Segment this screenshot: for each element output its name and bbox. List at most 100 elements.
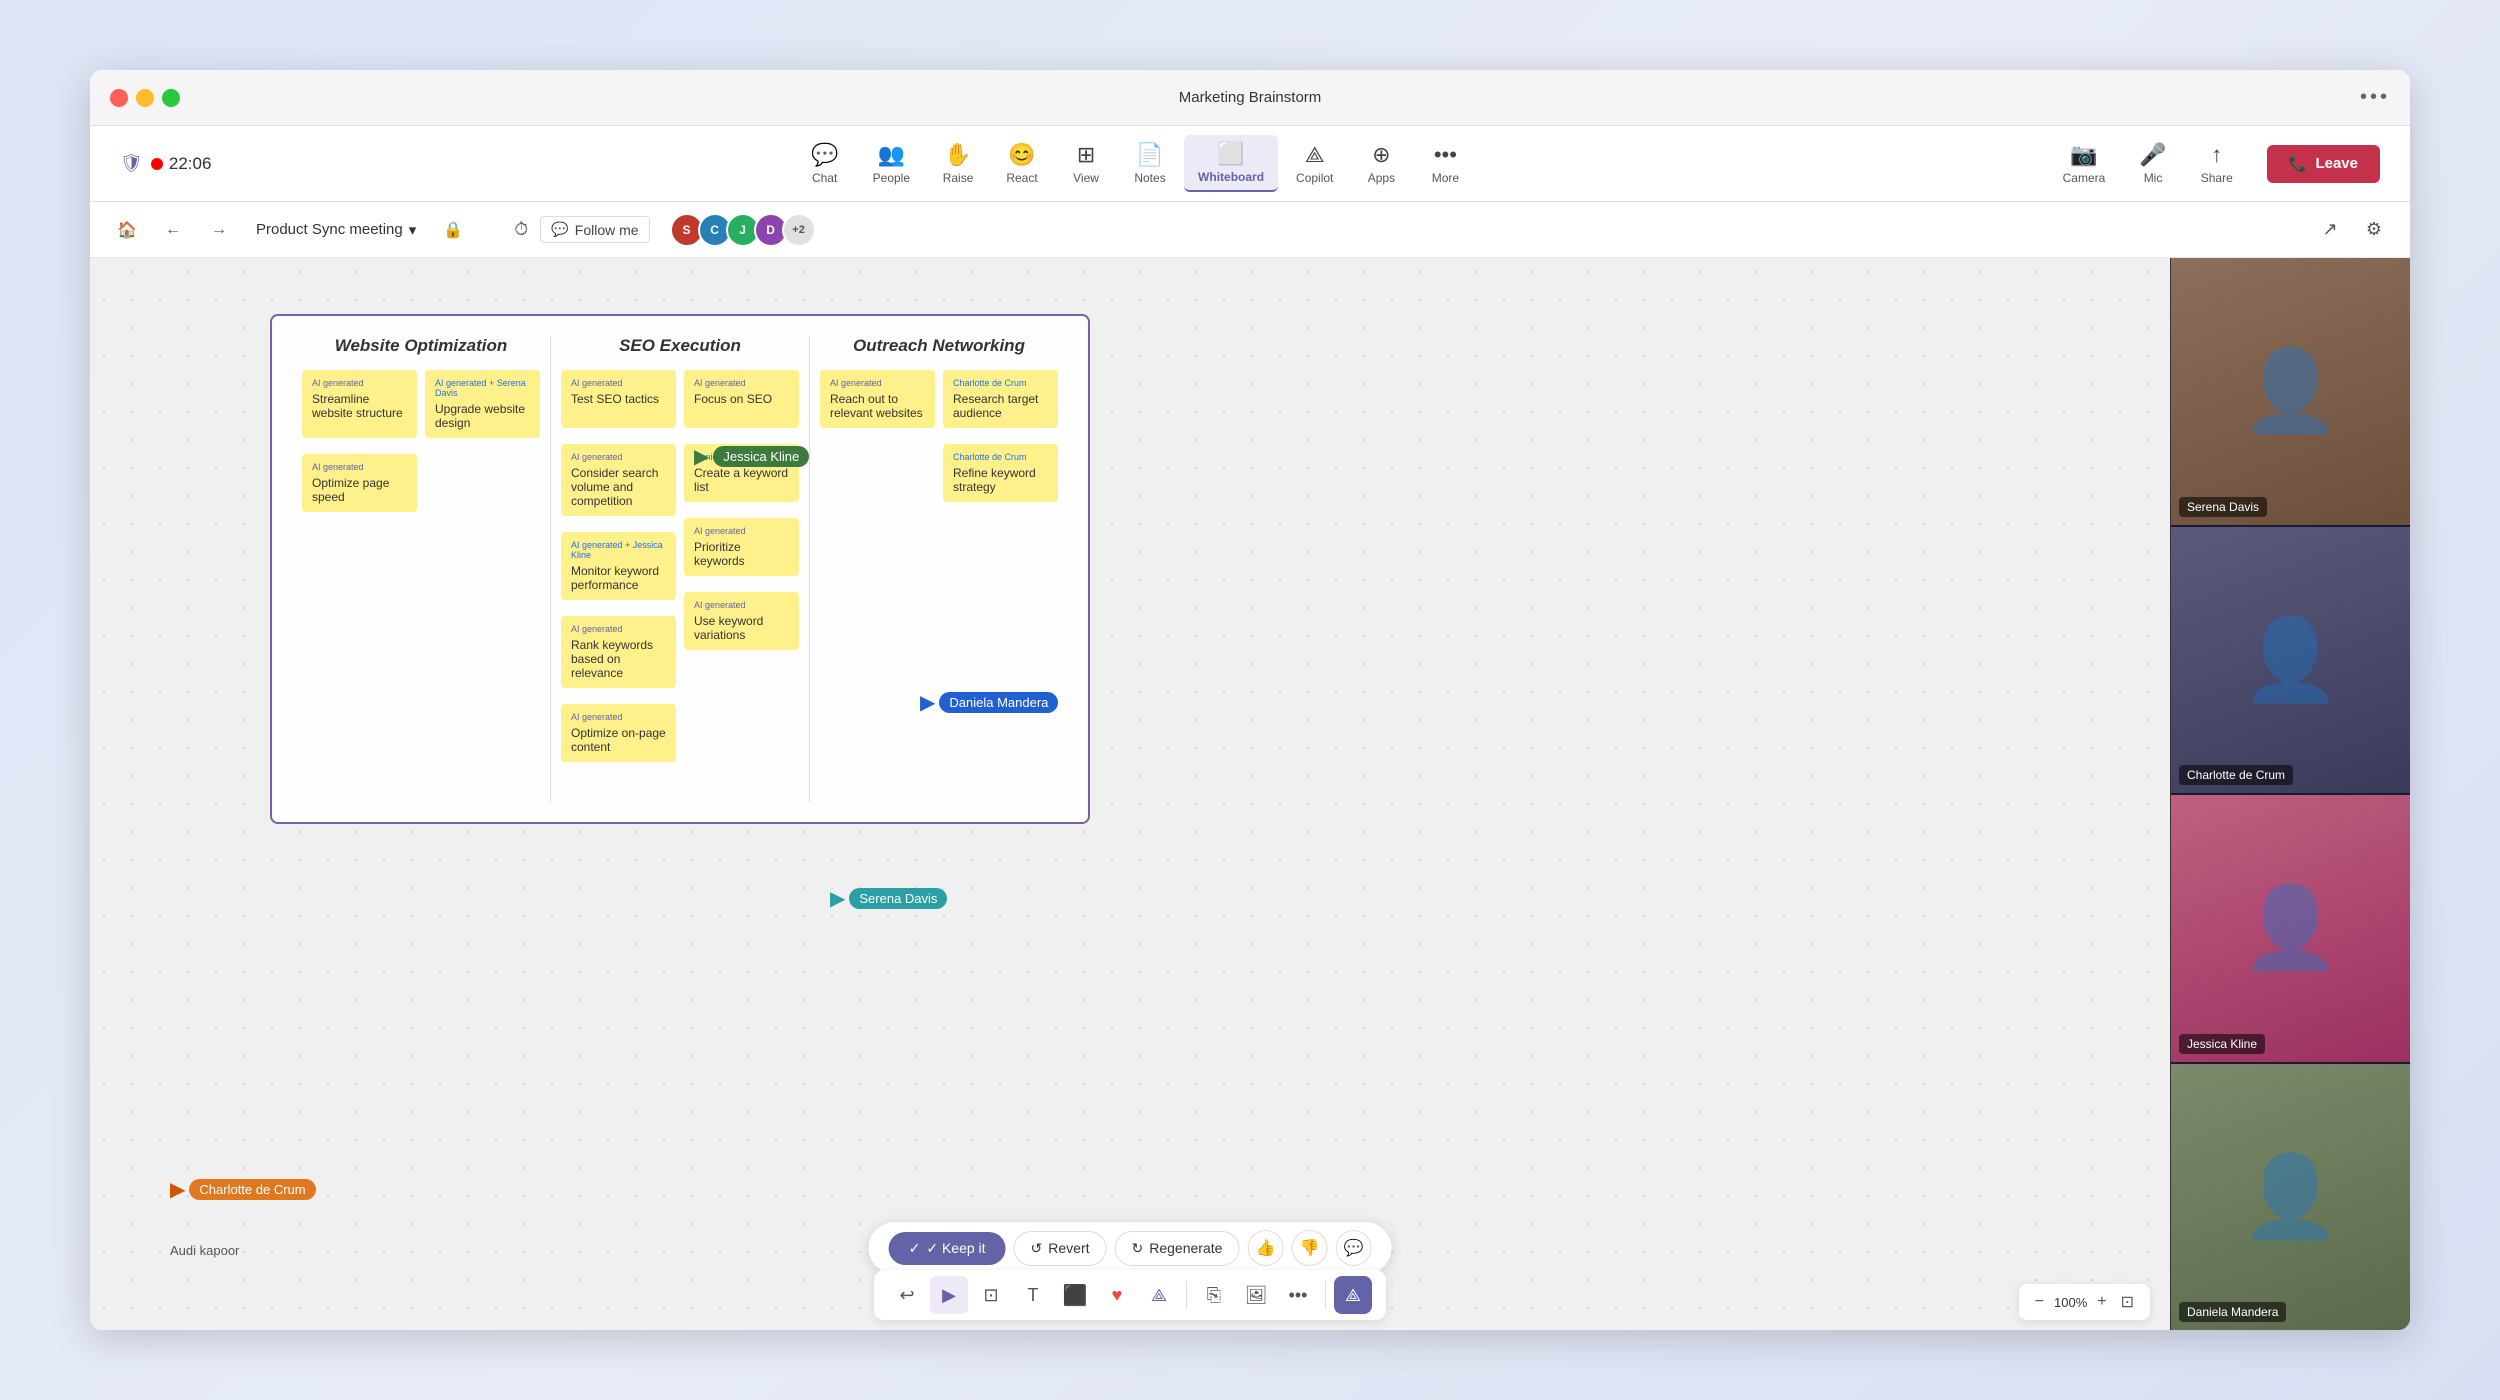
undo-button[interactable]: ← [156, 213, 190, 247]
sticky-focus-seo[interactable]: AI generated Focus on SEO [684, 370, 799, 428]
avatar-overflow[interactable]: +2 [782, 213, 816, 247]
sticky-text: Upgrade website design [435, 402, 530, 430]
copilot-icon: ⟁ [1305, 142, 1325, 168]
view-icon: ⊞ [1077, 142, 1095, 168]
toolbar-copilot[interactable]: ⟁ Copilot [1282, 135, 1347, 192]
selection-button[interactable]: ⊡ [972, 1276, 1010, 1314]
mic-label: Mic [2144, 171, 2163, 185]
react-label: React [1006, 171, 1037, 185]
minimize-button[interactable] [136, 89, 154, 107]
cursor-jessica: ▶ Jessica Kline [694, 444, 809, 469]
canvas-area[interactable]: Website Optimization AI generated Stream… [90, 258, 2170, 1330]
copy-button[interactable]: ⎘ [1195, 1276, 1233, 1314]
leave-button[interactable]: 📞 Leave [2267, 145, 2380, 183]
undo-draw-button[interactable]: ↩ [888, 1276, 926, 1314]
whiteboard-icon: ⬜ [1217, 141, 1244, 167]
sticky-refine-strategy[interactable]: Charlotte de Crum Refine keyword strateg… [943, 444, 1058, 502]
thumbs-down-button[interactable]: 👎 [1291, 1230, 1327, 1266]
sticky-streamline[interactable]: AI generated Streamline website structur… [302, 370, 417, 438]
sticky-monitor-keywords[interactable]: AI generated + Jessica Kline Monitor key… [561, 532, 676, 600]
revert-label: Revert [1048, 1240, 1089, 1256]
keep-label: ✓ Keep it [926, 1240, 985, 1257]
video-bg-jessica: 👤 [2171, 795, 2410, 1062]
apps-icon: ⊕ [1372, 142, 1390, 168]
meeting-name-text: Product Sync meeting [256, 221, 403, 238]
sticky-optimize-page[interactable]: AI generated Optimize on-page content [561, 704, 676, 762]
sticky-keyword-variations[interactable]: AI generated Use keyword variations [684, 592, 799, 650]
toolbar-camera[interactable]: 📷 Camera [2049, 136, 2120, 191]
video-tile-serena: 👤 Serena Davis [2171, 258, 2410, 525]
more-icon: ••• [1434, 142, 1457, 168]
follow-me-button[interactable]: 💬 Follow me [540, 216, 649, 243]
toolbar-react[interactable]: 😊 React [992, 135, 1052, 192]
redo-button[interactable]: → [202, 213, 236, 247]
home-button[interactable]: 🏠 [110, 213, 144, 247]
timer-icon: ⏱ [514, 219, 528, 240]
pointer-button[interactable]: ▶ [930, 1276, 968, 1314]
zoom-out-button[interactable]: − [2031, 1291, 2048, 1313]
video-name-jessica: Jessica Kline [2179, 1034, 2265, 1054]
toolbar-people[interactable]: 👥 People [859, 135, 924, 192]
sticky-button[interactable]: ⬛ [1056, 1276, 1094, 1314]
toolbar-more[interactable]: ••• More [1415, 135, 1475, 192]
col-website-optimization: Website Optimization AI generated Stream… [292, 336, 551, 802]
sticky-test-seo[interactable]: AI generated Test SEO tactics [561, 370, 676, 428]
lock-button[interactable]: 🔒 [436, 213, 470, 247]
tag-ai: AI generated [694, 526, 789, 536]
toolbar-chat[interactable]: 💬 Chat [795, 135, 855, 192]
sticky-text: Prioritize keywords [694, 540, 789, 568]
sticky-rank-keywords[interactable]: AI generated Rank keywords based on rele… [561, 616, 676, 688]
regenerate-label: Regenerate [1149, 1240, 1222, 1256]
cursor-arrow-serena: ▶ [830, 886, 845, 911]
sticky-reach-out[interactable]: AI generated Reach out to relevant websi… [820, 370, 935, 428]
more-label: More [1432, 171, 1459, 185]
comment-button[interactable]: 💬 [1335, 1230, 1371, 1266]
sticky-text: Refine keyword strategy [953, 466, 1048, 494]
tag-ai: AI generated [312, 378, 407, 388]
sticky-text: Monitor keyword performance [571, 564, 666, 592]
sticky-search-volume[interactable]: AI generated Consider search volume and … [561, 444, 676, 516]
toolbar-notes[interactable]: 📄 Notes [1120, 135, 1180, 192]
toolbar-mic[interactable]: 🎤 Mic [2125, 136, 2180, 191]
video-tile-daniela: 👤 Daniela Mandera [2171, 1064, 2410, 1331]
regenerate-button[interactable]: ↻ Regenerate [1115, 1231, 1240, 1266]
ai-assist-button[interactable]: ⟁ [1334, 1276, 1372, 1314]
fit-screen-button[interactable]: ⊡ [2117, 1290, 2138, 1314]
tag-ai: AI generated [694, 600, 789, 610]
heart-button[interactable]: ♥ [1098, 1276, 1136, 1314]
copilot-draw-button[interactable]: ⟁ [1140, 1276, 1178, 1314]
keep-button[interactable]: ✓ ✓ Keep it [889, 1232, 1006, 1265]
participants-avatars: S C J D +2 [662, 213, 816, 247]
sticky-prioritize-1[interactable]: AI generated Prioritize keywords [684, 518, 799, 576]
video-panel: 👤 Serena Davis 👤 Charlotte de Crum 👤 Jes… [2170, 258, 2410, 1330]
close-button[interactable] [110, 89, 128, 107]
user-label: Audi kapoor [170, 1243, 239, 1258]
main-toolbar: 🛡 22:06 💬 Chat 👥 People ✋ Raise 😊 React [90, 126, 2410, 202]
toolbar-view[interactable]: ⊞ View [1056, 135, 1116, 192]
tag-ai: AI generated [694, 378, 789, 388]
more-draw-button[interactable]: ••• [1279, 1276, 1317, 1314]
toolbar-share[interactable]: ↑ Share [2187, 136, 2247, 191]
thumbs-up-button[interactable]: 👍 [1247, 1230, 1283, 1266]
window-menu[interactable]: ••• [2360, 86, 2390, 109]
meeting-name-selector[interactable]: Product Sync meeting ▾ [248, 217, 424, 243]
text-button[interactable]: T [1014, 1276, 1052, 1314]
toolbar-whiteboard[interactable]: ⬜ Whiteboard [1184, 135, 1278, 192]
settings-icon[interactable]: ⚙ [2358, 214, 2390, 246]
cursor-arrow-charlotte: ▶ [170, 1177, 185, 1202]
sticky-research-audience[interactable]: Charlotte de Crum Research target audien… [943, 370, 1058, 428]
image-button[interactable]: 🖼 [1237, 1276, 1275, 1314]
video-tile-jessica: 👤 Jessica Kline [2171, 795, 2410, 1062]
sticky-optimize-speed[interactable]: AI generated Optimize page speed [302, 454, 417, 512]
view-label: View [1073, 171, 1099, 185]
maximize-button[interactable] [162, 89, 180, 107]
sticky-text: Streamline website structure [312, 392, 407, 420]
revert-button[interactable]: ↺ Revert [1014, 1231, 1107, 1266]
toolbar-apps[interactable]: ⊕ Apps [1351, 135, 1411, 192]
toolbar-raise[interactable]: ✋ Raise [928, 135, 988, 192]
sticky-upgrade[interactable]: AI generated + Serena Davis Upgrade webs… [425, 370, 540, 438]
zoom-in-button[interactable]: + [2093, 1291, 2110, 1313]
chat-icon: 💬 [811, 142, 838, 168]
share-frame-icon[interactable]: ↗ [2314, 214, 2346, 246]
sticky-text: Use keyword variations [694, 614, 789, 642]
